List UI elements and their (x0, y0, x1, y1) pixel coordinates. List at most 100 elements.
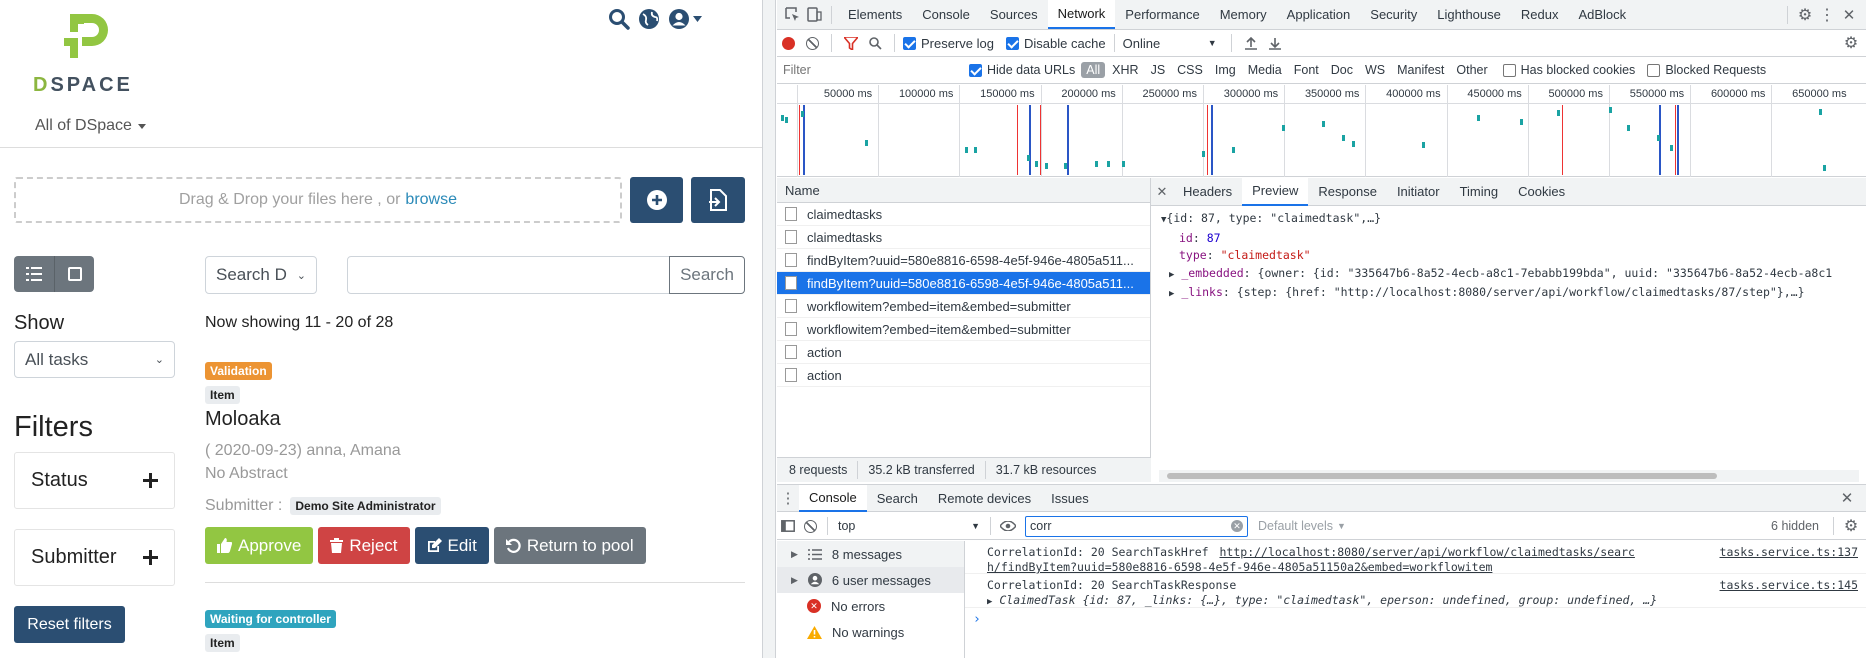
user-menu[interactable] (668, 8, 702, 30)
hide-data-urls-checkbox[interactable]: Hide data URLs (969, 63, 1075, 77)
item-title[interactable]: Moloaka (205, 408, 281, 431)
device-toolbar-icon[interactable] (803, 4, 825, 26)
request-row[interactable]: findByItem?uuid=580e8816-6598-4e5f-946e-… (777, 272, 1150, 295)
plus-icon[interactable] (143, 550, 158, 565)
preserve-log-checkbox[interactable]: Preserve log (903, 36, 994, 51)
search-input[interactable] (347, 256, 670, 294)
inspect-element-icon[interactable] (781, 4, 803, 26)
drawer-tab-console[interactable]: Console (799, 484, 867, 512)
message-source-link[interactable]: tasks.service.ts:137 (1720, 545, 1858, 560)
request-row[interactable]: action (777, 341, 1150, 364)
console-settings-gear-icon[interactable]: ⚙ (1840, 515, 1862, 537)
console-filter-input[interactable]: corr ✕ (1025, 515, 1248, 537)
sidebar-toggle-icon[interactable] (777, 515, 799, 537)
reject-button[interactable]: Reject (318, 527, 410, 564)
type-filter-ws[interactable]: WS (1360, 62, 1390, 78)
sidebar-user-messages[interactable]: ▶ 6 user messages (777, 567, 964, 593)
log-levels-select[interactable]: Default levels ▼ (1258, 519, 1346, 533)
clear-icon[interactable] (801, 32, 823, 54)
dspace-logo[interactable]: DSPACE (33, 14, 153, 98)
show-select[interactable]: All tasks ⌄ (14, 341, 175, 378)
network-filter-input[interactable] (783, 60, 961, 80)
more-options-icon[interactable]: ⋮ (1816, 4, 1838, 26)
type-filter-font[interactable]: Font (1289, 62, 1324, 78)
facet-status[interactable]: Status (14, 452, 175, 509)
drawer-tab-issues[interactable]: Issues (1041, 485, 1099, 512)
preview-root-node[interactable]: ▼{id: 87, type: "claimedtask",…} (1161, 210, 1856, 230)
console-prompt[interactable]: › (965, 608, 1866, 631)
record-icon[interactable] (777, 32, 799, 54)
live-expression-eye-icon[interactable] (997, 515, 1019, 537)
type-filter-xhr[interactable]: XHR (1107, 62, 1143, 78)
preview-embedded-node[interactable]: ▶ _embedded: {owner: {id: "335647b6-8a52… (1161, 265, 1856, 285)
search-scope-select[interactable]: Search D ⌄ (205, 256, 317, 294)
close-details-icon[interactable]: ✕ (1151, 181, 1173, 203)
return-to-pool-button[interactable]: Return to pool (493, 527, 646, 564)
type-filter-js[interactable]: JS (1146, 62, 1171, 78)
settings-gear-icon[interactable]: ⚙ (1794, 4, 1816, 26)
browse-link[interactable]: browse (405, 191, 457, 209)
network-overview-timeline[interactable]: 50000 ms 100000 ms 150000 ms 200000 ms 25000… (777, 85, 1866, 177)
search-icon[interactable] (608, 8, 630, 30)
close-icon[interactable]: ✕ (1838, 4, 1860, 26)
scope-dropdown[interactable]: All of DSpace (35, 117, 146, 135)
tab-adblock[interactable]: AdBlock (1568, 0, 1636, 29)
drawer-tab-search[interactable]: Search (867, 485, 928, 512)
tab-sources[interactable]: Sources (980, 0, 1048, 29)
search-button[interactable]: Search (669, 256, 745, 294)
detail-tab-headers[interactable]: Headers (1173, 178, 1242, 206)
list-view-button[interactable] (14, 256, 54, 292)
edit-button[interactable]: Edit (414, 527, 489, 564)
request-row[interactable]: claimedtasks (777, 203, 1150, 226)
request-row[interactable]: claimedtasks (777, 226, 1150, 249)
sidebar-errors[interactable]: ✕ No errors (777, 593, 964, 619)
download-har-icon[interactable] (1264, 32, 1286, 54)
type-filter-css[interactable]: CSS (1172, 62, 1208, 78)
grid-view-button[interactable] (54, 256, 94, 292)
tab-memory[interactable]: Memory (1210, 0, 1277, 29)
tab-redux[interactable]: Redux (1511, 0, 1569, 29)
detail-tab-cookies[interactable]: Cookies (1508, 178, 1575, 206)
language-globe-icon[interactable] (638, 8, 660, 30)
detail-tab-response[interactable]: Response (1308, 178, 1387, 206)
plus-icon[interactable] (143, 473, 158, 488)
add-new-button[interactable] (630, 177, 683, 223)
search-icon[interactable] (864, 32, 886, 54)
import-button[interactable] (691, 177, 745, 223)
message-url-link[interactable]: http://localhost:8080/server/api/workflo… (1220, 545, 1635, 559)
sidebar-messages[interactable]: ▶ 8 messages (777, 541, 964, 567)
message-source-link[interactable]: tasks.service.ts:145 (1720, 578, 1858, 593)
detail-tab-preview[interactable]: Preview (1242, 177, 1309, 206)
detail-tab-timing[interactable]: Timing (1450, 178, 1509, 206)
split-resizer[interactable] (762, 0, 776, 658)
horizontal-scrollbar[interactable] (1159, 470, 1859, 482)
tab-security[interactable]: Security (1360, 0, 1427, 29)
sidebar-warnings[interactable]: No warnings (777, 619, 964, 645)
filter-funnel-icon[interactable] (840, 32, 862, 54)
reset-filters-button[interactable]: Reset filters (14, 606, 125, 643)
request-row[interactable]: action (777, 364, 1150, 387)
facet-submitter[interactable]: Submitter (14, 529, 175, 586)
type-filter-all[interactable]: All (1081, 62, 1106, 78)
network-settings-gear-icon[interactable]: ⚙ (1840, 32, 1862, 54)
clear-console-icon[interactable] (799, 515, 821, 537)
message-url-link-cont[interactable]: h/findByItem?uuid=580e8816-6598-4e5f-946… (987, 560, 1858, 575)
request-row[interactable]: findByItem?uuid=580e8816-6598-4e5f-946e-… (777, 249, 1150, 272)
disable-cache-checkbox[interactable]: Disable cache (1005, 36, 1106, 51)
tab-console[interactable]: Console (912, 0, 980, 29)
type-filter-manifest[interactable]: Manifest (1392, 62, 1449, 78)
close-drawer-icon[interactable]: ✕ (1836, 487, 1858, 509)
preview-links-node[interactable]: ▶ _links: {step: {href: "http://localhos… (1161, 284, 1856, 304)
request-row[interactable]: workflowitem?embed=item&embed=submitter (777, 318, 1150, 341)
name-column-header[interactable]: Name (777, 178, 1150, 203)
type-filter-other[interactable]: Other (1451, 62, 1492, 78)
type-filter-img[interactable]: Img (1210, 62, 1241, 78)
type-filter-media[interactable]: Media (1243, 62, 1287, 78)
throttling-select[interactable]: Online ▼ (1123, 36, 1223, 51)
scrollbar-thumb[interactable] (1167, 473, 1717, 479)
type-filter-doc[interactable]: Doc (1326, 62, 1358, 78)
file-dropzone[interactable]: Drag & Drop your files here , or browse (14, 177, 622, 223)
approve-button[interactable]: Approve (205, 527, 314, 564)
drawer-tab-remote-devices[interactable]: Remote devices (928, 485, 1041, 512)
message-object[interactable]: ▶ ClaimedTask {id: 87, _links: {…}, type… (987, 593, 1687, 610)
